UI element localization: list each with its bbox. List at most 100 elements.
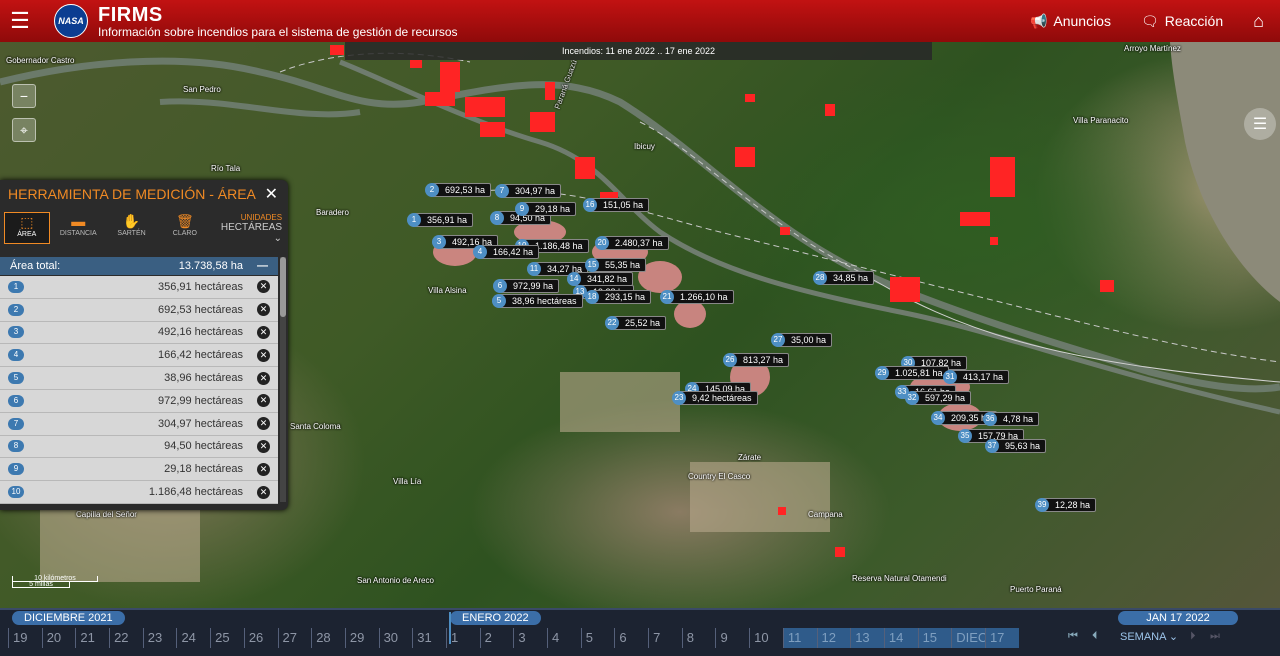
step-forward-icon[interactable]: ⏵ <box>1190 630 1196 643</box>
timeline-day[interactable]: 4 <box>547 628 581 648</box>
close-icon[interactable]: ✕ <box>265 184 278 204</box>
menu-icon[interactable]: ☰ <box>0 0 40 42</box>
timeline-day[interactable]: 11 <box>782 628 817 648</box>
home-icon[interactable]: ⌂ <box>1253 11 1264 32</box>
timeline-day[interactable]: 28 <box>311 628 345 648</box>
nasa-logo[interactable]: NASA <box>54 4 88 38</box>
timeline-cursor[interactable] <box>449 612 451 644</box>
remove-icon[interactable]: ✕ <box>257 280 270 294</box>
measurement-tag[interactable]: 26 813,27 ha <box>723 353 790 367</box>
timeline-day[interactable]: 7 <box>648 628 682 648</box>
measurement-tag[interactable]: 21 1.266,10 ha <box>660 290 734 304</box>
timeline-day[interactable]: 21 <box>75 628 109 648</box>
measurement-tag[interactable]: 29 1.025,81 ha <box>875 366 949 380</box>
skip-forward-icon[interactable]: ⏭ <box>1210 630 1220 643</box>
timeline-day[interactable]: 14 <box>883 628 918 648</box>
remove-icon[interactable]: ✕ <box>257 462 270 476</box>
measurement-row[interactable]: 1 356,91 hectáreas ✕ <box>0 276 278 299</box>
collapse-icon[interactable]: — <box>257 260 268 272</box>
measurement-row[interactable]: 10 1.186,48 hectáreas ✕ <box>0 481 278 504</box>
timeline-day[interactable]: 17 <box>984 628 1019 648</box>
measurement-tag[interactable]: 27 35,00 ha <box>771 333 833 347</box>
remove-icon[interactable]: ✕ <box>257 439 270 453</box>
timeline-day[interactable]: 31 <box>412 628 446 648</box>
step-back-icon[interactable]: ⏴ <box>1092 630 1098 643</box>
tool-area[interactable]: ⬚ ÁREA <box>4 212 50 244</box>
timeline-day[interactable]: 3 <box>513 628 547 648</box>
timeline-day[interactable]: 13 <box>850 628 884 648</box>
tool-clear[interactable]: 🗑 CLARO <box>160 212 209 244</box>
measurement-tag[interactable]: 9 29,18 ha <box>515 202 577 216</box>
timeline-day[interactable]: 27 <box>277 628 312 648</box>
measurement-tag[interactable]: 5 38,96 hectáreas <box>492 294 583 308</box>
units-select[interactable]: UNIDADES HECTÁREAS ⌄ <box>214 213 282 244</box>
timeline-day[interactable]: 26 <box>243 628 278 648</box>
measurement-row[interactable]: 5 38,96 hectáreas ✕ <box>0 367 278 390</box>
measurement-tag[interactable]: 39 12,28 ha <box>1035 498 1097 512</box>
measurement-tag[interactable]: 31 413,17 ha <box>943 370 1010 384</box>
timeline-day[interactable]: 24 <box>176 628 210 648</box>
measurement-tag[interactable]: 15 55,35 ha <box>585 258 647 272</box>
month-label[interactable]: DICIEMBRE 2021 <box>12 611 125 625</box>
measurement-row[interactable]: 7 304,97 hectáreas ✕ <box>0 412 278 436</box>
measurement-tag[interactable]: 4 166,42 ha <box>473 245 540 259</box>
measurement-tag[interactable]: 37 95,63 ha <box>985 439 1047 453</box>
timeline-day[interactable]: 10 <box>749 628 783 648</box>
remove-icon[interactable]: ✕ <box>257 371 270 385</box>
measurement-tag[interactable]: 32 597,29 ha <box>905 391 972 405</box>
current-date[interactable]: JAN 17 2022 <box>1118 611 1238 625</box>
remove-icon[interactable]: ✕ <box>257 417 270 431</box>
timeline-day[interactable]: 30 <box>378 628 413 648</box>
timeline-day[interactable]: 12 <box>816 628 851 648</box>
announcements-label: Anuncios <box>1053 13 1111 29</box>
tool-distance[interactable]: ▬ DISTANCIA <box>54 212 103 244</box>
measurement-row[interactable]: 6 972,99 hectáreas ✕ <box>0 389 278 413</box>
month-label[interactable]: ENERO 2022 <box>450 611 541 625</box>
measurement-tag[interactable]: 6 972,99 ha <box>493 279 560 293</box>
scrollbar[interactable] <box>280 257 286 502</box>
measurement-tag[interactable]: 14 341,82 ha <box>567 272 634 286</box>
timeline-day[interactable]: 25 <box>210 628 244 648</box>
zoom-out-button[interactable]: − <box>12 84 36 108</box>
measurement-tag[interactable]: 18 293,15 ha <box>585 290 652 304</box>
timeline-day[interactable]: 20 <box>41 628 76 648</box>
timeline-day[interactable]: 15 <box>917 628 952 648</box>
announcements-button[interactable]: 📢 Anuncios <box>1030 13 1111 30</box>
timeline-day[interactable]: 9 <box>715 628 749 648</box>
timeline-day[interactable]: 19 <box>8 628 42 648</box>
layers-icon[interactable]: ☰ <box>1244 108 1276 140</box>
remove-icon[interactable]: ✕ <box>257 303 270 317</box>
location-icon[interactable]: ⌖ <box>12 118 36 142</box>
remove-icon[interactable]: ✕ <box>257 394 270 408</box>
timeline-day[interactable]: 23 <box>142 628 177 648</box>
timeline-day[interactable]: DIEC <box>951 628 987 648</box>
measurement-row[interactable]: 2 692,53 hectáreas ✕ <box>0 298 278 322</box>
measurement-row[interactable]: 8 94,50 hectáreas ✕ <box>0 435 278 459</box>
remove-icon[interactable]: ✕ <box>257 348 270 362</box>
scroll-thumb[interactable] <box>280 257 286 317</box>
measurement-tag[interactable]: 22 25,52 ha <box>605 316 667 330</box>
remove-icon[interactable]: ✕ <box>257 325 270 339</box>
timeline-day[interactable]: 29 <box>344 628 379 648</box>
measurement-row[interactable]: 4 166,42 hectáreas ✕ <box>0 344 278 368</box>
timeline-day[interactable]: 22 <box>109 628 143 648</box>
skip-back-icon[interactable]: ⏮ <box>1068 630 1078 643</box>
measurement-row[interactable]: 9 29,18 hectáreas ✕ <box>0 458 278 482</box>
measurement-tag[interactable]: 7 304,97 ha <box>495 184 562 198</box>
measurement-tag[interactable]: 1 356,91 ha <box>407 213 474 227</box>
measurement-tag[interactable]: 16 151,05 ha <box>583 198 650 212</box>
measurement-tag[interactable]: 28 34,85 ha <box>813 271 875 285</box>
period-select[interactable]: SEMANA ⌄ <box>1120 630 1178 643</box>
measurement-tag[interactable]: 20 2.480,37 ha <box>595 236 669 250</box>
tool-pan[interactable]: ✋ SARTÉN <box>107 212 156 244</box>
timeline-day[interactable]: 5 <box>580 628 615 648</box>
timeline-day[interactable]: 2 <box>479 628 514 648</box>
remove-icon[interactable]: ✕ <box>257 485 270 499</box>
measurement-tag[interactable]: 23 9,42 hectáreas <box>672 391 758 405</box>
measurement-row[interactable]: 3 492,16 hectáreas ✕ <box>0 321 278 345</box>
feedback-button[interactable]: 🗨 Reacción <box>1141 13 1223 30</box>
measurement-tag[interactable]: 2 692,53 ha <box>425 183 492 197</box>
timeline-day[interactable]: 6 <box>614 628 648 648</box>
measurement-tag[interactable]: 36 4,78 ha <box>983 412 1040 426</box>
timeline-day[interactable]: 8 <box>681 628 716 648</box>
